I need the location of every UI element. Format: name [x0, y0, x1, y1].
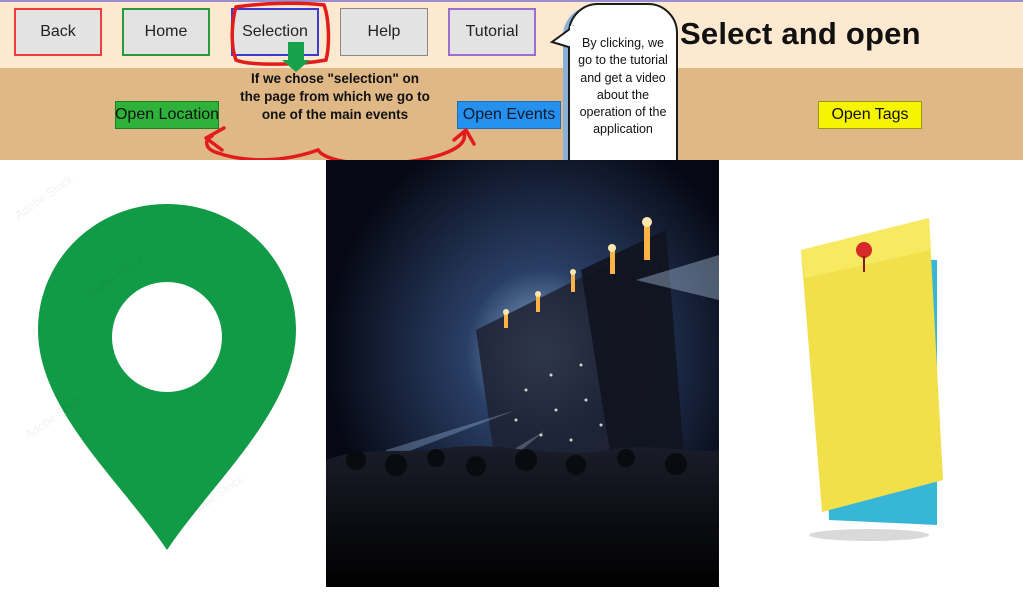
annotation-circle-selection [230, 1, 331, 66]
location-image[interactable]: Adobe Stock Adobe Stock Adobe Stock Adob… [0, 160, 326, 587]
location-pin-icon [38, 204, 296, 550]
tags-image[interactable] [719, 160, 1023, 587]
concert-crowd-photo [326, 160, 719, 587]
bubble-tail [549, 25, 578, 50]
sticky-note-icon [801, 218, 943, 541]
annotation-curve-left [205, 134, 320, 162]
events-image[interactable] [326, 160, 719, 587]
green-arrow-head [282, 60, 310, 72]
green-arrow-shaft [288, 42, 304, 60]
annotation-curve-right [316, 130, 467, 166]
